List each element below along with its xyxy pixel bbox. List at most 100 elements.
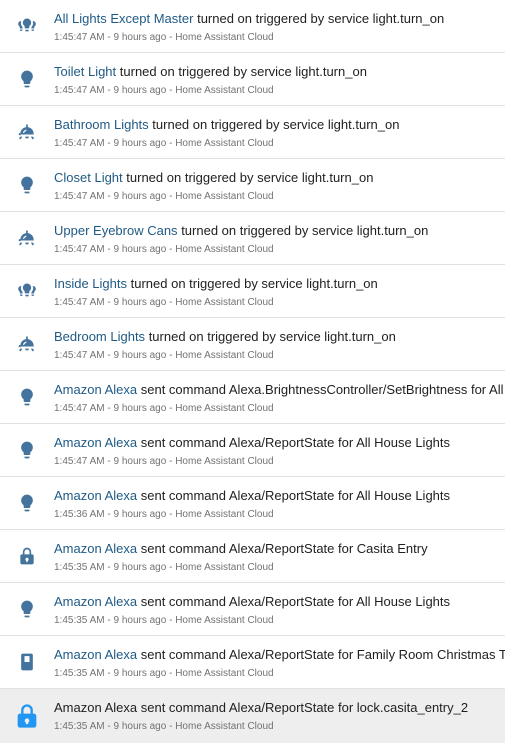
entry-text: Amazon Alexa sent command Alexa/ReportSt…	[54, 424, 505, 476]
entry-message-line: Amazon Alexa sent command Alexa/ReportSt…	[54, 594, 505, 610]
entry-text: Amazon Alexa sent command Alexa/ReportSt…	[54, 477, 505, 529]
logbook-entry[interactable]: Toilet Light turned on triggered by serv…	[0, 53, 505, 106]
entry-message-line: Amazon Alexa sent command Alexa.Brightne…	[54, 382, 505, 398]
entity-name-link[interactable]: Amazon Alexa	[54, 647, 137, 662]
logbook-entry[interactable]: Amazon Alexa sent command Alexa/ReportSt…	[0, 689, 505, 743]
entry-icon-cell	[0, 477, 54, 529]
logbook-entry[interactable]: Closet Light turned on triggered by serv…	[0, 159, 505, 212]
entry-time: 1:45:47 AM	[54, 85, 105, 96]
entry-relative-time: 9 hours ago	[113, 32, 167, 43]
entry-time: 1:45:47 AM	[54, 297, 105, 308]
logbook-entry[interactable]: Amazon Alexa sent command Alexa/ReportSt…	[0, 424, 505, 477]
entity-name-link[interactable]: Toilet Light	[54, 64, 116, 79]
entry-icon-cell	[0, 530, 54, 582]
entity-name-link[interactable]: Bathroom Lights	[54, 117, 149, 132]
entry-icon-cell	[0, 636, 54, 688]
entity-name-link[interactable]: Upper Eyebrow Cans	[54, 223, 178, 238]
lightbulb-group-icon	[17, 16, 37, 36]
entry-time: 1:45:35 AM	[54, 615, 105, 626]
logbook-entry[interactable]: Amazon Alexa sent command Alexa.Brightne…	[0, 371, 505, 424]
entry-time: 1:45:47 AM	[54, 244, 105, 255]
entry-text: Amazon Alexa sent command Alexa/ReportSt…	[54, 583, 505, 635]
entry-text: Inside Lights turned on triggered by ser…	[54, 265, 505, 317]
entry-relative-time: 9 hours ago	[113, 562, 167, 573]
lightbulb-group-icon	[17, 281, 37, 301]
entry-icon-cell	[0, 53, 54, 105]
entity-name-link[interactable]: Amazon Alexa	[54, 488, 137, 503]
logbook-entry[interactable]: Amazon Alexa sent command Alexa/ReportSt…	[0, 530, 505, 583]
entry-relative-time: 9 hours ago	[113, 668, 167, 679]
entry-source: Home Assistant Cloud	[175, 668, 274, 679]
entry-message: sent command Alexa/ReportState for Casit…	[140, 541, 428, 556]
entry-meta-line: 1:45:47 AM - 9 hours ago - Home Assistan…	[54, 456, 274, 467]
entity-name-link[interactable]: Amazon Alexa	[54, 382, 137, 397]
entry-message-line: Closet Light turned on triggered by serv…	[54, 170, 505, 186]
entry-message: turned on triggered by service light.tur…	[152, 117, 400, 132]
entry-source: Home Assistant Cloud	[175, 85, 274, 96]
logbook-entry[interactable]: Upper Eyebrow Cans turned on triggered b…	[0, 212, 505, 265]
entry-meta-line: 1:45:47 AM - 9 hours ago - Home Assistan…	[54, 138, 274, 149]
entry-icon-cell	[0, 689, 54, 743]
logbook-entry[interactable]: Amazon Alexa sent command Alexa/ReportSt…	[0, 477, 505, 530]
entity-name-link[interactable]: All Lights Except Master	[54, 11, 193, 26]
entry-icon-cell	[0, 212, 54, 264]
entry-message-line: Toilet Light turned on triggered by serv…	[54, 64, 505, 80]
entry-text: Amazon Alexa sent command Alexa/ReportSt…	[54, 530, 505, 582]
entry-text: Closet Light turned on triggered by serv…	[54, 159, 505, 211]
entity-name-link[interactable]: Closet Light	[54, 170, 123, 185]
entry-message-line: Inside Lights turned on triggered by ser…	[54, 276, 505, 292]
entry-message-line: Bedroom Lights turned on triggered by se…	[54, 329, 505, 345]
entry-message: turned on triggered by service light.tur…	[126, 170, 374, 185]
logbook-entry[interactable]: Bedroom Lights turned on triggered by se…	[0, 318, 505, 371]
entry-source: Home Assistant Cloud	[175, 403, 274, 414]
logbook-entry[interactable]: Inside Lights turned on triggered by ser…	[0, 265, 505, 318]
ceiling-light-icon	[17, 334, 37, 354]
entry-relative-time: 9 hours ago	[113, 244, 167, 255]
logbook-entry[interactable]: Bathroom Lights turned on triggered by s…	[0, 106, 505, 159]
entity-name-link[interactable]: Amazon Alexa	[54, 594, 137, 609]
entry-message-line: Bathroom Lights turned on triggered by s…	[54, 117, 505, 133]
entry-source: Home Assistant Cloud	[175, 721, 274, 732]
entry-message: sent command Alexa/ReportState for All H…	[140, 435, 451, 450]
logbook-entry[interactable]: All Lights Except Master turned on trigg…	[0, 0, 505, 53]
entry-relative-time: 9 hours ago	[113, 456, 167, 467]
switch-icon	[17, 652, 37, 672]
entity-name-link[interactable]: Bedroom Lights	[54, 329, 145, 344]
entry-text: Amazon Alexa sent command Alexa.Brightne…	[54, 371, 505, 423]
entity-name-link[interactable]: Amazon Alexa	[54, 541, 137, 556]
entry-message-line: Amazon Alexa sent command Alexa/ReportSt…	[54, 541, 505, 557]
lightbulb-icon	[17, 493, 37, 513]
entry-message: turned on triggered by service light.tur…	[197, 11, 445, 26]
entry-time: 1:45:35 AM	[54, 562, 105, 573]
entry-source: Home Assistant Cloud	[175, 297, 274, 308]
entry-time: 1:45:47 AM	[54, 403, 105, 414]
lightbulb-icon	[17, 69, 37, 89]
entry-source: Home Assistant Cloud	[175, 138, 274, 149]
entry-relative-time: 9 hours ago	[113, 350, 167, 361]
entry-text: All Lights Except Master turned on trigg…	[54, 0, 505, 52]
entry-meta-line: 1:45:35 AM - 9 hours ago - Home Assistan…	[54, 562, 274, 573]
entity-name-link[interactable]: Amazon Alexa	[54, 435, 137, 450]
lightbulb-icon	[17, 440, 37, 460]
logbook-entry[interactable]: Amazon Alexa sent command Alexa/ReportSt…	[0, 583, 505, 636]
entry-meta-line: 1:45:47 AM - 9 hours ago - Home Assistan…	[54, 403, 274, 414]
entry-icon-cell	[0, 106, 54, 158]
entry-message: turned on triggered by service light.tur…	[181, 223, 429, 238]
entry-message-line: Amazon Alexa sent command Alexa/ReportSt…	[54, 488, 505, 504]
logbook-entry[interactable]: Amazon Alexa sent command Alexa/ReportSt…	[0, 636, 505, 689]
entry-message: sent command Alexa/ReportState for lock.…	[140, 700, 469, 715]
entry-icon-cell	[0, 583, 54, 635]
entry-meta-line: 1:45:35 AM - 9 hours ago - Home Assistan…	[54, 615, 274, 626]
lightbulb-icon	[17, 175, 37, 195]
entry-message: turned on triggered by service light.tur…	[119, 64, 367, 79]
entry-time: 1:45:35 AM	[54, 668, 105, 679]
entry-icon-cell	[0, 0, 54, 52]
entry-source: Home Assistant Cloud	[175, 244, 274, 255]
entry-message-line: All Lights Except Master turned on trigg…	[54, 11, 505, 27]
ceiling-light-icon	[17, 228, 37, 248]
entry-meta-line: 1:45:47 AM - 9 hours ago - Home Assistan…	[54, 297, 274, 308]
entry-icon-cell	[0, 159, 54, 211]
entry-source: Home Assistant Cloud	[175, 456, 274, 467]
entity-name-link[interactable]: Inside Lights	[54, 276, 127, 291]
lock-icon	[17, 546, 37, 566]
